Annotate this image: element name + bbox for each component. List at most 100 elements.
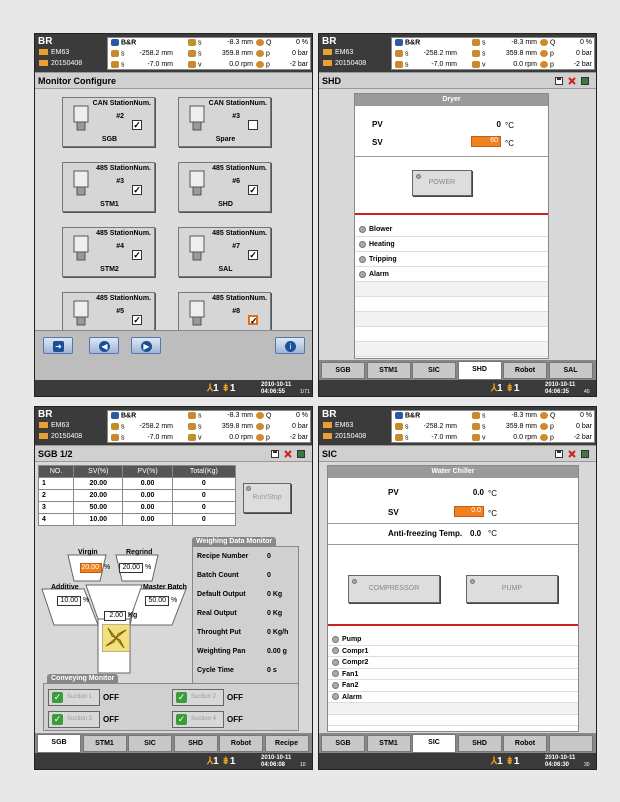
tab-stm1[interactable]: STM1: [366, 735, 411, 752]
regrind-input[interactable]: 20.00: [119, 563, 143, 573]
back-pressure-icon: [540, 434, 548, 441]
table-cell: 20.00: [73, 477, 124, 490]
enable-checkbox[interactable]: ✓: [248, 250, 258, 260]
station-card-5[interactable]: 485 StationNum. #7 SAL ✓: [178, 227, 271, 277]
flow-icon: [256, 39, 264, 46]
master-batch-input[interactable]: 50.00: [145, 596, 169, 606]
close-icon[interactable]: [568, 450, 576, 458]
arrow-right-icon: ➜: [53, 341, 64, 352]
station-number: #6: [232, 178, 240, 185]
station-card-4[interactable]: 485 StationNum. #4 STM2 ✓: [62, 227, 155, 277]
enable-checkbox[interactable]: ✓: [132, 315, 142, 325]
weighing-value: 0 Kg: [267, 610, 283, 617]
enable-checkbox[interactable]: ✓: [248, 315, 258, 326]
tab-sic[interactable]: SIC: [412, 362, 456, 379]
suction-state: OFF: [103, 693, 119, 702]
enter-button[interactable]: ➜: [43, 337, 73, 354]
clock: 2010-10-11 04:06:35: [545, 382, 576, 395]
tab-empty[interactable]: [548, 735, 593, 752]
save-icon[interactable]: [555, 77, 563, 85]
suction-state: OFF: [227, 693, 243, 702]
suction-3-button[interactable]: ✓ Suction 3: [48, 711, 100, 728]
weighing-value: 0.00 g: [267, 648, 287, 655]
tab-sgb[interactable]: SGB: [37, 734, 81, 753]
tab-shd[interactable]: SHD: [457, 361, 502, 380]
station-number: #3: [232, 113, 240, 120]
exit-icon[interactable]: [297, 450, 305, 458]
title-bar: SHD: [319, 72, 596, 89]
enable-checkbox[interactable]: ✓: [132, 250, 142, 260]
power-button[interactable]: POWER: [412, 170, 472, 196]
tab-robot[interactable]: Robot: [503, 362, 547, 379]
run-stop-button[interactable]: Run/Stop: [243, 483, 291, 513]
prev-button[interactable]: ◀: [89, 337, 119, 354]
suction-4-button[interactable]: ✓ Suction 4: [172, 711, 224, 728]
alarm-indicator[interactable]: ⅄1 ⇟1: [491, 756, 519, 767]
tab-robot[interactable]: Robot: [219, 735, 263, 752]
station-card-2[interactable]: 485 StationNum. #3 STM1 ✓: [62, 162, 155, 212]
sv-input[interactable]: 60: [471, 136, 501, 147]
tab-recipe[interactable]: Recipe: [264, 735, 309, 752]
tab-sic[interactable]: SIC: [128, 735, 172, 752]
tab-stm1[interactable]: STM1: [82, 735, 127, 752]
tab-robot[interactable]: Robot: [503, 735, 547, 752]
status-readout: B&R s -8.3 mm Q0 % s -258.2 mm s 359.8 mm p…: [107, 410, 311, 443]
machine-icon: [39, 422, 48, 429]
device-icon: [187, 169, 207, 197]
alarm-indicator[interactable]: ⅄1 ⇟1: [207, 383, 235, 394]
tab-sic[interactable]: SIC: [412, 734, 456, 753]
tab-shd[interactable]: SHD: [457, 735, 502, 752]
weight-input[interactable]: 2.00: [104, 611, 126, 621]
panel-title: Water Chiller: [328, 466, 578, 478]
suction-1-button[interactable]: ✓ Suction 1: [48, 689, 100, 706]
table-row[interactable]: 3 50.00 0.00 0: [37, 501, 237, 514]
status-led-icon: [332, 681, 339, 689]
virgin-input[interactable]: 20.00: [80, 563, 102, 573]
alarm-indicator[interactable]: ⅄1 ⇟1: [491, 383, 519, 394]
alarm-indicator[interactable]: ⅄1 ⇟1: [207, 756, 235, 767]
station-card-3[interactable]: 485 StationNum. #6 SHD ✓: [178, 162, 271, 212]
table-row[interactable]: 1 20.00 0.00 0: [37, 477, 237, 490]
tab-stm1[interactable]: STM1: [366, 362, 411, 379]
enable-checkbox[interactable]: [248, 120, 258, 130]
station-card-1[interactable]: CAN StationNum. #3 Spare: [178, 97, 271, 147]
nozzle-icon: [111, 434, 119, 441]
close-icon[interactable]: [568, 77, 576, 85]
tab-sal[interactable]: SAL: [548, 362, 593, 379]
enable-checkbox[interactable]: ✓: [248, 185, 258, 195]
info-button[interactable]: i: [275, 337, 305, 354]
station-type: 485 StationNum.: [212, 295, 267, 302]
station-type: 485 StationNum.: [96, 295, 151, 302]
station-card-0[interactable]: CAN StationNum. #2 SGB ✓: [62, 97, 155, 147]
exit-icon[interactable]: [581, 450, 589, 458]
tab-sgb[interactable]: SGB: [321, 735, 365, 752]
compressor-button[interactable]: COMPRESSOR: [348, 575, 440, 603]
tab-sgb[interactable]: SGB: [321, 362, 365, 379]
enable-checkbox[interactable]: ✓: [132, 185, 142, 195]
station-number: #2: [116, 113, 124, 120]
save-icon[interactable]: [555, 450, 563, 458]
suction-2-button[interactable]: ✓ Suction 2: [172, 689, 224, 706]
tab-shd[interactable]: SHD: [173, 735, 218, 752]
table-row[interactable]: 2 20.00 0.00 0: [37, 489, 237, 502]
app-name: BR: [38, 36, 53, 47]
device-icon: [187, 299, 207, 327]
nav-bar: [35, 330, 312, 360]
additive-input[interactable]: 10.00: [57, 596, 81, 606]
tab-bar: SGB STM1 SIC SHD Robot Recipe: [35, 733, 312, 753]
close-icon[interactable]: [284, 450, 292, 458]
sv-input[interactable]: 0.0: [454, 506, 484, 517]
check-icon: ✓: [176, 692, 187, 703]
status-label: Blower: [369, 226, 393, 233]
save-icon[interactable]: [271, 450, 279, 458]
device-icon: [187, 104, 207, 132]
pump-button[interactable]: PUMP: [466, 575, 558, 603]
sv-unit: °C: [505, 139, 514, 148]
exit-icon[interactable]: [581, 77, 589, 85]
enable-checkbox[interactable]: ✓: [132, 120, 142, 130]
machine-icon: [323, 422, 332, 429]
flow-icon: [540, 412, 548, 419]
table-row[interactable]: 4 10.00 0.00 0: [37, 513, 237, 526]
next-button[interactable]: ▶: [131, 337, 161, 354]
weighing-label: Recipe Number: [197, 553, 249, 560]
